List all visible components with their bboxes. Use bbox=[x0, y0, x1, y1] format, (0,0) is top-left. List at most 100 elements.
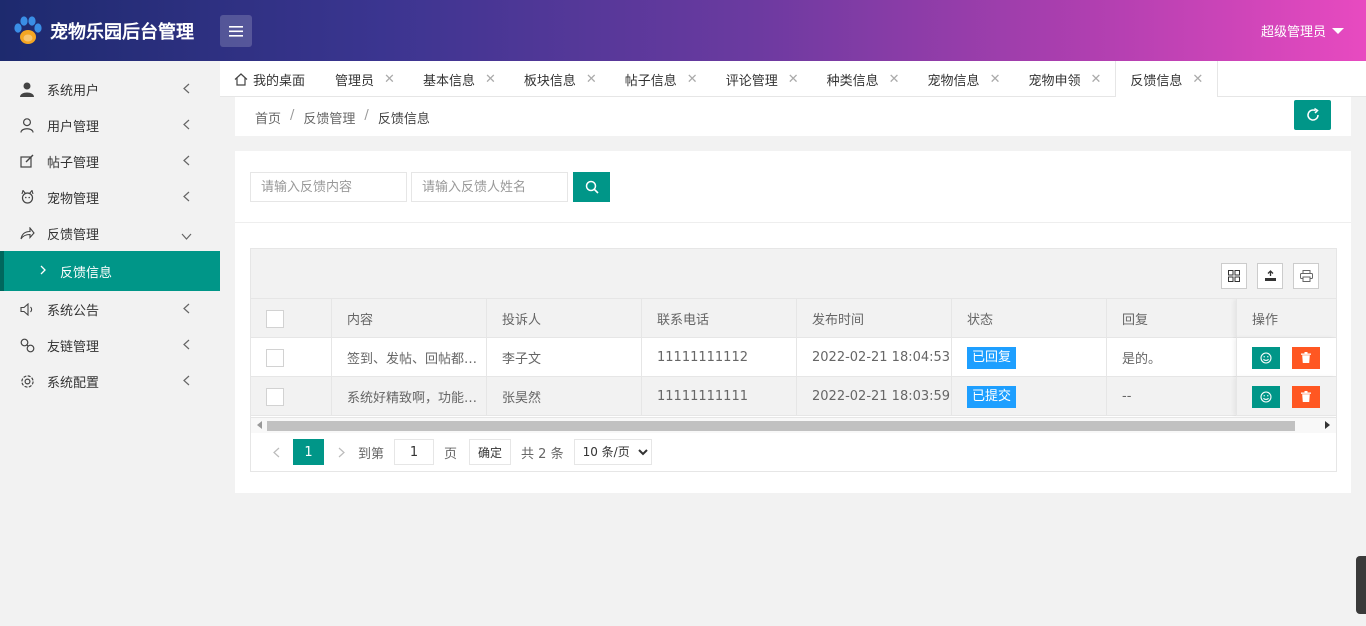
select-all-checkbox[interactable] bbox=[266, 309, 284, 328]
sidebar-item-links[interactable]: 友链管理 bbox=[0, 327, 220, 363]
breadcrumb-current: 反馈信息 bbox=[377, 112, 430, 127]
prev-page-button[interactable] bbox=[265, 439, 287, 465]
close-icon[interactable]: ✕ bbox=[788, 72, 799, 87]
horizontal-scrollbar[interactable] bbox=[251, 417, 1336, 433]
user-menu[interactable]: 超级管理员 bbox=[1261, 21, 1344, 40]
sidebar-subitem-feedback-info[interactable]: 反馈信息 bbox=[0, 251, 220, 291]
feedback-name-input[interactable] bbox=[411, 172, 568, 202]
tab-basic-info[interactable]: 基本信息 ✕ bbox=[409, 61, 510, 97]
scrollbar-thumb[interactable] bbox=[267, 421, 1295, 431]
reply-button[interactable] bbox=[1252, 385, 1280, 408]
status-badge: 已回复 bbox=[967, 346, 1017, 369]
breadcrumb-bar: 首页 / 反馈管理 / 反馈信息 bbox=[235, 97, 1351, 136]
tab-comment-manage[interactable]: 评论管理 ✕ bbox=[712, 61, 813, 97]
table-toolbar bbox=[251, 249, 1336, 299]
tab-home[interactable]: 我的桌面 bbox=[220, 61, 321, 97]
tab-board-info[interactable]: 板块信息 ✕ bbox=[510, 61, 611, 97]
sidebar-item-pet-manage[interactable]: 宠物管理 bbox=[0, 179, 220, 215]
tab-pet-info[interactable]: 宠物信息 ✕ bbox=[914, 61, 1015, 97]
print-button[interactable] bbox=[1293, 263, 1319, 289]
caret-down-icon bbox=[1332, 27, 1344, 34]
close-icon[interactable]: ✕ bbox=[687, 72, 698, 87]
page-size-select[interactable]: 10 条/页 bbox=[573, 439, 652, 465]
gear-icon bbox=[19, 373, 35, 389]
tab-pet-claim[interactable]: 宠物申领 ✕ bbox=[1014, 61, 1115, 97]
sidebar-item-label: 系统公告 bbox=[47, 303, 100, 319]
delete-button[interactable] bbox=[1292, 385, 1320, 408]
speaker-icon bbox=[19, 301, 35, 317]
column-header[interactable]: 投诉人 bbox=[487, 299, 642, 338]
print-icon bbox=[1299, 270, 1313, 282]
breadcrumb-separator: / bbox=[364, 108, 369, 123]
confirm-goto-button[interactable]: 确定 bbox=[469, 439, 512, 465]
chevron-left-icon bbox=[183, 191, 190, 206]
column-header[interactable]: 发布时间 bbox=[797, 299, 952, 338]
close-icon[interactable]: ✕ bbox=[1192, 72, 1203, 87]
close-icon[interactable]: ✕ bbox=[485, 72, 496, 87]
row-select-cell bbox=[251, 338, 332, 377]
reply-button[interactable] bbox=[1252, 346, 1280, 369]
sidebar: 系统用户 用户管理 帖子管理 宠物管理 反馈管理 反馈信息 系统公告 友链管理 … bbox=[0, 61, 220, 626]
data-table: 内容 投诉人 联系电话 发布时间 状态 回复 操作 签到、发帖、回帖都… 李子文… bbox=[250, 248, 1337, 472]
tab-post-info[interactable]: 帖子信息 ✕ bbox=[611, 61, 712, 97]
chevron-left-icon bbox=[183, 303, 190, 318]
cell-status: 已回复 bbox=[952, 338, 1107, 377]
tab-admin[interactable]: 管理员 ✕ bbox=[321, 61, 409, 97]
sidebar-item-label: 帖子管理 bbox=[47, 155, 100, 171]
tab-label: 种类信息 bbox=[826, 73, 879, 89]
breadcrumb-home[interactable]: 首页 bbox=[255, 108, 281, 127]
smile-icon bbox=[1260, 351, 1272, 364]
user-icon bbox=[19, 117, 35, 133]
column-header[interactable]: 状态 bbox=[952, 299, 1107, 338]
close-icon[interactable]: ✕ bbox=[586, 72, 597, 87]
sidebar-item-system-config[interactable]: 系统配置 bbox=[0, 363, 220, 399]
close-icon[interactable]: ✕ bbox=[384, 72, 395, 87]
close-icon[interactable]: ✕ bbox=[1090, 72, 1101, 87]
tab-label: 评论管理 bbox=[725, 73, 778, 89]
refresh-button[interactable] bbox=[1294, 100, 1331, 130]
search-button[interactable] bbox=[573, 172, 610, 202]
search-icon bbox=[585, 180, 599, 194]
sidebar-item-feedback-manage[interactable]: 反馈管理 bbox=[0, 215, 220, 251]
sidebar-item-system-users[interactable]: 系统用户 bbox=[0, 71, 220, 107]
close-icon[interactable]: ✕ bbox=[889, 72, 900, 87]
breadcrumb-feedback-manage[interactable]: 反馈管理 bbox=[303, 108, 355, 127]
cell-reply: -- bbox=[1122, 389, 1132, 404]
tab-species-info[interactable]: 种类信息 ✕ bbox=[813, 61, 914, 97]
column-header[interactable]: 内容 bbox=[332, 299, 487, 338]
chevron-right-icon bbox=[338, 447, 345, 457]
row-checkbox[interactable] bbox=[266, 387, 284, 406]
next-page-button[interactable] bbox=[330, 439, 352, 465]
menu-toggle-button[interactable] bbox=[220, 15, 252, 47]
chevron-down-icon bbox=[181, 229, 192, 244]
top-header: 宠物乐园后台管理 超级管理员 bbox=[0, 0, 1366, 61]
page-number-current[interactable]: 1 bbox=[293, 439, 324, 465]
chevron-left-icon bbox=[183, 83, 190, 98]
sidebar-item-label: 系统配置 bbox=[47, 375, 100, 391]
cell-complainant: 张昊然 bbox=[487, 377, 642, 416]
tab-feedback-info[interactable]: 反馈信息 ✕ bbox=[1115, 61, 1219, 98]
chevron-right-icon bbox=[40, 264, 46, 279]
goto-page-input[interactable] bbox=[394, 439, 435, 465]
column-header[interactable]: 回复 bbox=[1107, 299, 1236, 338]
grid-icon bbox=[1228, 270, 1240, 282]
sidebar-item-post-manage[interactable]: 帖子管理 bbox=[0, 143, 220, 179]
row-checkbox[interactable] bbox=[266, 348, 284, 367]
feedback-content-input[interactable] bbox=[250, 172, 407, 202]
search-row bbox=[250, 172, 610, 202]
sidebar-item-label: 宠物管理 bbox=[47, 191, 100, 207]
columns-filter-button[interactable] bbox=[1221, 263, 1247, 289]
sidebar-item-announcement[interactable]: 系统公告 bbox=[0, 291, 220, 327]
main-card: 内容 投诉人 联系电话 发布时间 状态 回复 操作 签到、发帖、回帖都… 李子文… bbox=[235, 151, 1351, 493]
export-button[interactable] bbox=[1257, 263, 1283, 289]
column-header[interactable]: 联系电话 bbox=[642, 299, 797, 338]
delete-button[interactable] bbox=[1292, 346, 1320, 369]
scroll-left-arrow-icon[interactable] bbox=[257, 421, 262, 429]
cell-reply: 是的。 bbox=[1122, 352, 1162, 367]
sidebar-item-user-manage[interactable]: 用户管理 bbox=[0, 107, 220, 143]
floating-side-widget[interactable] bbox=[1356, 556, 1366, 614]
table-row: 签到、发帖、回帖都… 李子文 11111111112 2022-02-21 18… bbox=[251, 338, 1336, 377]
scroll-right-arrow-icon[interactable] bbox=[1325, 421, 1330, 429]
close-icon[interactable]: ✕ bbox=[990, 72, 1001, 87]
tab-label: 宠物申领 bbox=[1028, 73, 1081, 89]
